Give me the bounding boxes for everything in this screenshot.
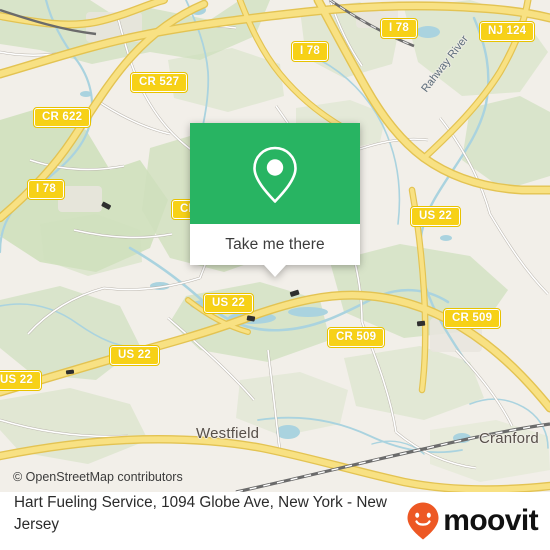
location-popup-card[interactable]: Take me there: [190, 123, 360, 277]
popup-action-bar[interactable]: Take me there: [190, 224, 360, 265]
road-shield-i78-n[interactable]: I 78: [291, 41, 329, 62]
road-shield-i78-w[interactable]: I 78: [27, 179, 65, 200]
footer-bar: Hart Fueling Service, 1094 Globe Ave, Ne…: [0, 492, 550, 550]
location-title: Hart Fueling Service, 1094 Globe Ave, Ne…: [14, 494, 387, 533]
road-shield-i78-ne[interactable]: I 78: [380, 18, 418, 39]
osm-attribution[interactable]: © OpenStreetMap contributors: [13, 470, 183, 484]
moovit-wordmark: moovit: [443, 504, 538, 537]
road-shield-cr509-c[interactable]: CR 509: [326, 327, 386, 348]
popup-image-panel: [190, 123, 360, 224]
map-pin-icon: [253, 146, 297, 203]
road-shield-nj124[interactable]: NJ 124: [478, 21, 536, 42]
road-shield-us22-e[interactable]: US 22: [410, 206, 461, 227]
moovit-logo[interactable]: moovit: [406, 501, 539, 541]
road-shield-cr527[interactable]: CR 527: [129, 72, 189, 93]
road-shield-us22-sw[interactable]: US 22: [0, 370, 42, 391]
road-shield-us22-w[interactable]: US 22: [109, 345, 160, 366]
map-canvas[interactable]: I 78 NJ 124 I 78 CR 527 CR 622 I 78 CR 5…: [0, 0, 550, 492]
moovit-smiley-pin-icon: [407, 502, 439, 540]
take-me-there-label: Take me there: [225, 235, 325, 253]
popup-tail-arrow: [264, 265, 286, 277]
place-label-cranford: Cranford: [479, 430, 539, 447]
place-label-westfield: Westfield: [196, 425, 260, 442]
road-shield-cr509-e[interactable]: CR 509: [442, 308, 502, 329]
road-shield-us22-c[interactable]: US 22: [203, 293, 254, 314]
road-shield-cr622[interactable]: CR 622: [32, 107, 92, 128]
